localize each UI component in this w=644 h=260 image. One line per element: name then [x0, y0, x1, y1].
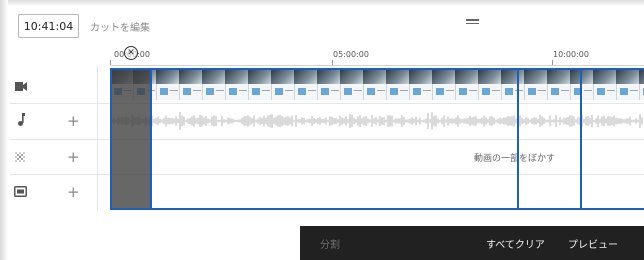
segment-boundary-handle[interactable] [517, 68, 519, 209]
video-thumbnail [202, 70, 225, 100]
video-thumbnail [156, 70, 179, 100]
video-thumbnail [570, 70, 593, 100]
video-thumbnail [639, 70, 644, 100]
cut-region[interactable] [110, 70, 150, 209]
preview-button[interactable]: プレビュー [568, 236, 618, 251]
video-thumbnail [616, 70, 639, 100]
blur-icon [14, 151, 26, 166]
video-thumbnail [409, 70, 432, 100]
track-divider [10, 139, 644, 140]
time-ruler [110, 65, 644, 66]
panel-shadow-left [0, 0, 8, 260]
video-thumbnail [547, 70, 570, 100]
video-thumbnail [225, 70, 248, 100]
video-thumbnail [317, 70, 340, 100]
add-info-card-button[interactable]: + [67, 185, 80, 200]
ruler-tick-label: 05:00:00 [333, 50, 369, 59]
blur-track-label[interactable]: 動画の一部をぼかす [474, 151, 555, 164]
split-button[interactable]: 分割 [320, 236, 340, 251]
track-divider [10, 174, 644, 175]
video-thumbnail [593, 70, 616, 100]
info-card-icon [14, 186, 27, 200]
music-note-icon [17, 113, 25, 129]
track-divider [10, 103, 644, 104]
video-thumbnail [248, 70, 271, 100]
action-bar: 分割 すべてクリア プレビュー [300, 226, 644, 260]
selection-bottom-edge [110, 208, 644, 210]
audio-waveform[interactable] [110, 112, 644, 130]
video-thumbnail [179, 70, 202, 100]
drag-handle-icon[interactable] [466, 19, 479, 24]
playhead-line[interactable] [580, 68, 582, 209]
video-thumbnail [455, 70, 478, 100]
video-thumbnail [363, 70, 386, 100]
video-thumbnail [432, 70, 455, 100]
video-thumbnail [340, 70, 363, 100]
panel-shadow-top [0, 0, 644, 6]
add-blur-button[interactable]: + [67, 150, 80, 165]
ruler-tick-label: 10:00:00 [553, 50, 589, 59]
playhead-close-icon[interactable]: ✕ [124, 46, 138, 60]
track-header-divider [97, 66, 98, 210]
video-thumbnail [294, 70, 317, 100]
add-audio-button[interactable]: + [67, 114, 80, 129]
video-thumbnail [524, 70, 547, 100]
edit-cut-label: カットを編集 [90, 23, 150, 34]
video-thumbnail [501, 70, 524, 100]
selection-start-handle[interactable] [110, 68, 112, 209]
video-track-strip[interactable] [110, 70, 644, 100]
cut-end-handle[interactable] [150, 68, 152, 209]
video-thumbnail [478, 70, 501, 100]
clear-all-button[interactable]: すべてクリア [486, 236, 545, 251]
video-camera-icon [15, 81, 27, 94]
selection-top-edge [110, 68, 644, 70]
video-thumbnail [386, 70, 409, 100]
video-thumbnail [271, 70, 294, 100]
current-time-field[interactable]: 10:41:04 [18, 14, 79, 38]
